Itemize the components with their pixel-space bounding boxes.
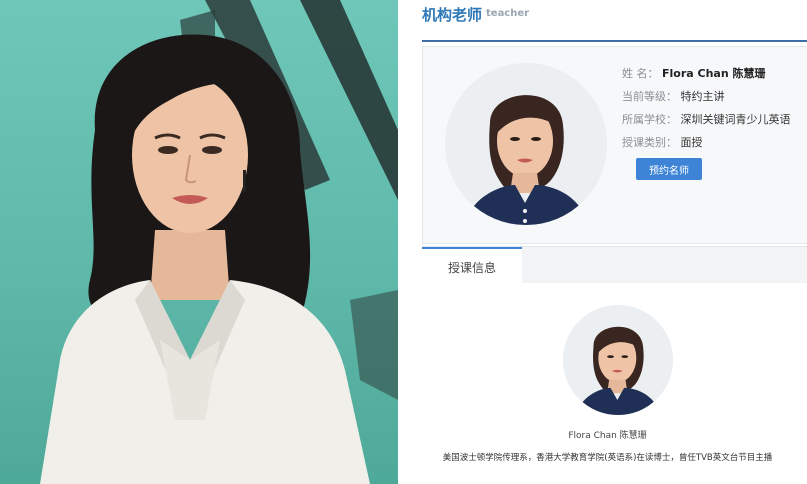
section-subtitle: teacher [486,8,530,19]
woman-photo [40,0,398,484]
school-label: 所属学校： [622,113,677,126]
info-row-school: 所属学校： 深圳关键词青少儿英语 [622,111,791,127]
info-row-type: 授课类别： 面授 [622,134,703,150]
avatar-caption-name: Flora Chan 陈慧珊 [568,431,647,441]
teacher-profile-page: 机构老师 teacher 姓 名： Flora Chan 陈慧珊 当前等级： 特… [408,0,807,484]
teacher-portrait [445,63,607,225]
profile-card: 姓 名： Flora Chan 陈慧珊 当前等级： 特约主讲 所属学校： 深圳关… [422,46,807,244]
grade-value: 特约主讲 [680,90,725,103]
section-title: 机构老师 [422,6,483,24]
teacher-portrait-small [563,305,673,415]
tab-teaching-info[interactable]: 授课信息 [422,247,522,285]
school-value: 深圳关键词青少儿英语 [680,113,791,126]
type-value: 面授 [680,136,703,149]
info-row-grade: 当前等级： 特约主讲 [622,88,725,104]
name-value: Flora Chan 陈慧珊 [662,67,766,80]
info-row-name: 姓 名： Flora Chan 陈慧珊 [622,65,766,81]
grade-label: 当前等级： [622,90,677,103]
left-photo-panel [0,0,398,484]
book-teacher-button[interactable]: 预约名师 [636,158,702,180]
type-label: 授课类别： [622,136,677,149]
name-label: 姓 名： [622,67,659,80]
tab-bar: 授课信息 [422,246,807,285]
teacher-avatar-large [445,63,607,225]
teacher-bio: 美国波士顿学院传理系，香港大学教育学院(英语系)在读博士，曾任TVB英文台节目主… [442,453,773,463]
teacher-avatar-small [563,305,673,415]
title-divider [422,40,807,42]
